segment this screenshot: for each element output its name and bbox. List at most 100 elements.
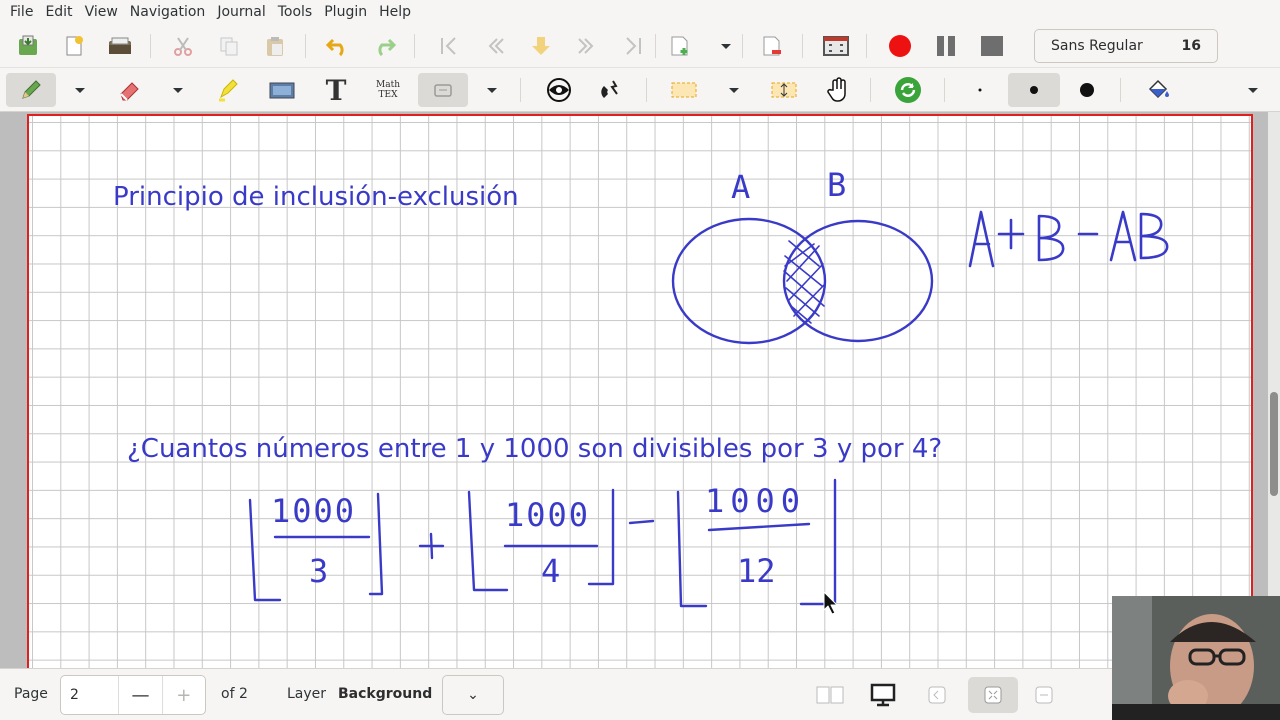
menu-help[interactable]: Help [373,0,417,24]
medium-line-button[interactable] [1008,73,1060,107]
stop-button[interactable] [976,30,1008,62]
shape-options-dropdown[interactable] [482,80,502,100]
snap-button[interactable] [596,74,628,106]
page-count: of 2 [221,686,248,702]
denominator-3: 12 [737,552,776,590]
menu-file[interactable]: File [4,0,39,24]
shape-recognizer-button[interactable] [418,73,468,107]
dual-page-button[interactable] [812,677,848,713]
copy-button[interactable] [213,30,245,62]
delete-page-button[interactable] [756,30,788,62]
paste-icon [267,37,283,56]
select-options-dropdown[interactable] [724,80,744,100]
layer-value: Background [338,686,433,702]
book-icon [816,686,844,704]
goto-page-button[interactable] [525,30,557,62]
redo-icon [378,38,397,57]
hand-recognizer-button[interactable] [543,74,575,106]
new-page-button[interactable] [664,30,696,62]
fill-color-button[interactable] [1142,74,1174,106]
page-increment-button[interactable]: + [161,676,205,714]
new-document-icon [66,36,83,56]
numerator-1: 1000 [271,492,356,530]
page-label: Page [14,686,48,702]
redo-button[interactable] [368,30,400,62]
image-tool-button[interactable] [266,74,298,106]
text-tool-button[interactable]: T [320,73,352,107]
arrow-right-icon [578,38,594,54]
text-tool-icon: T [325,73,347,107]
venn-circle-a [671,217,827,345]
zoom-out-button[interactable] [919,677,955,713]
main-toolbar: Sans Regular 16 [0,24,1280,68]
magnet-icon [601,80,618,98]
page-number-input[interactable]: 2 [61,687,118,703]
undo-button[interactable] [322,30,354,62]
pen-tool-button[interactable] [6,73,56,107]
fullscreen-button[interactable] [820,30,852,62]
menu-edit[interactable]: Edit [39,0,78,24]
document-canvas[interactable]: Principio de inclusión-exclusión ¿Cuanto… [0,112,1280,668]
journal-page[interactable]: Principio de inclusión-exclusión ¿Cuanto… [27,114,1253,668]
eye-icon [547,78,571,102]
eraser-options-dropdown[interactable] [168,80,188,100]
zoom-fit-icon [984,686,1002,704]
menu-view[interactable]: View [79,0,124,24]
record-button[interactable] [884,30,916,62]
paste-button[interactable] [259,30,291,62]
select-rect-button[interactable] [668,74,700,106]
cut-button[interactable] [167,30,199,62]
menu-plugin[interactable]: Plugin [318,0,373,24]
toolbar-overflow-dropdown[interactable] [1243,80,1263,100]
monitor-icon [870,683,896,707]
first-page-button[interactable] [433,30,465,62]
pause-button[interactable] [930,30,962,62]
previous-page-button[interactable] [479,30,511,62]
minus-sign [628,519,655,525]
vertical-scrollbar[interactable] [1268,112,1280,668]
next-page-button[interactable] [571,30,603,62]
font-selector-button[interactable]: Sans Regular 16 [1034,29,1218,63]
latex-icon-bottom: TEX [378,90,398,100]
page-spinner[interactable]: 2 — + [60,675,206,715]
scrollbar-thumb[interactable] [1270,392,1278,496]
thin-line-button[interactable] [964,74,996,106]
font-name: Sans Regular [1051,38,1143,54]
latex-icon-top: Math [376,80,400,90]
save-button[interactable] [12,30,44,62]
menu-navigation[interactable]: Navigation [124,0,212,24]
save-icon [19,35,37,55]
eraser-tool-button[interactable] [114,74,146,106]
image-icon [269,82,295,99]
layer-dropdown[interactable]: ⌄ [442,675,504,715]
pen-options-dropdown[interactable] [70,80,90,100]
webcam-overlay [1112,596,1280,720]
open-button[interactable] [104,30,136,62]
first-page-icon [441,37,456,55]
zoom-in-button[interactable] [1026,677,1062,713]
default-tool-button[interactable] [892,74,924,106]
hand-tool-button[interactable] [822,74,854,106]
latex-tool-button[interactable]: Math TEX [372,74,404,106]
last-page-button[interactable] [617,30,649,62]
delete-page-icon [763,36,781,56]
thin-dot-icon [978,88,982,92]
hand-icon [827,77,846,102]
menu-tools[interactable]: Tools [272,0,319,24]
new-page-dropdown[interactable] [716,36,736,56]
highlighter-tool-button[interactable] [212,74,244,106]
new-document-button[interactable] [58,30,90,62]
menu-journal[interactable]: Journal [211,0,271,24]
presentation-mode-button[interactable] [865,677,901,713]
vertical-space-button[interactable] [768,74,800,106]
new-page-icon [671,36,688,56]
page-decrement-button[interactable]: — [118,676,161,714]
zoom-out-icon [928,686,946,704]
zoom-fit-button[interactable] [968,677,1018,713]
menubar: File Edit View Navigation Journal Tools … [0,0,1280,24]
denominator-1: 3 [309,552,328,590]
zoom-in-icon [1035,686,1053,704]
thick-dot-icon [1080,83,1094,97]
thick-line-button[interactable] [1071,74,1103,106]
select-rect-icon [671,82,697,98]
